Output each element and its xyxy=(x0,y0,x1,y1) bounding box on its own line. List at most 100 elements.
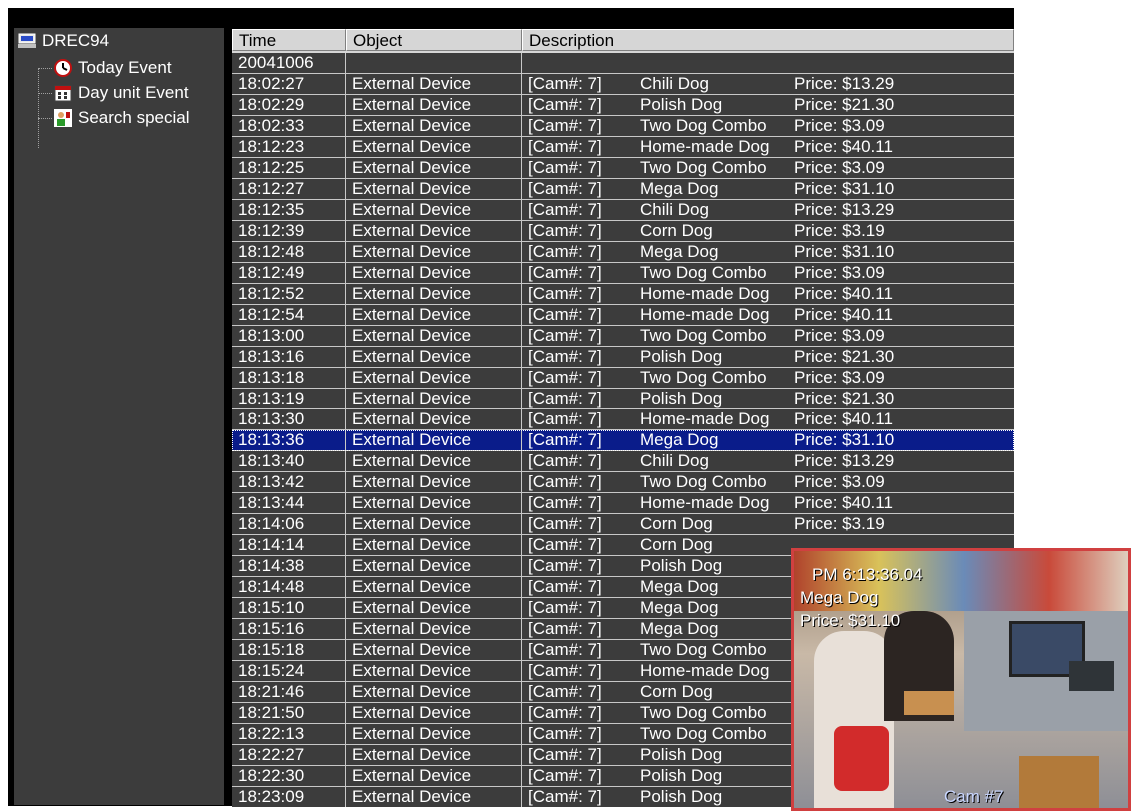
time-cell: 18:21:50 xyxy=(232,703,346,723)
table-row[interactable]: 18:13:19 External Device [Cam#: 7] Polish D… xyxy=(232,388,1014,410)
table-row[interactable]: 18:12:54 External Device [Cam#: 7] Home-mad… xyxy=(232,304,1014,326)
table-row[interactable]: 18:02:29 External Device [Cam#: 7] Polish D… xyxy=(232,94,1014,116)
empty-cell xyxy=(522,53,1014,73)
table-row[interactable]: 18:13:00 External Device [Cam#: 7] Two Dog … xyxy=(232,325,1014,347)
menu-item-name: Two Dog Combo xyxy=(640,367,767,387)
item-price: Price: $3.09 xyxy=(794,472,885,492)
object-cell: External Device xyxy=(346,94,522,115)
object-cell: External Device xyxy=(346,765,522,786)
time-cell: 18:13:16 xyxy=(232,346,346,367)
table-row[interactable]: 18:12:52 External Device [Cam#: 7] Home-mad… xyxy=(232,283,1014,305)
time-cell: 18:12:27 xyxy=(232,178,346,199)
object-cell: External Device xyxy=(346,262,522,283)
tree-root[interactable]: DREC94 xyxy=(18,29,109,53)
object-cell: External Device xyxy=(346,325,522,346)
table-row[interactable]: 18:12:48 External Device [Cam#: 7] Mega Dog… xyxy=(232,241,1014,263)
item-price: Price: $3.09 xyxy=(794,115,885,135)
tree-item-search-special[interactable]: Search special xyxy=(54,106,190,130)
date-row[interactable]: 20041006 xyxy=(232,53,1014,74)
description-cell: [Cam#: 7] Corn Dog Price: $3.19 xyxy=(522,514,1014,534)
camera-number: [Cam#: 7] xyxy=(528,598,602,618)
table-row[interactable]: 18:02:33 External Device [Cam#: 7] Two Dog … xyxy=(232,115,1014,137)
menu-item-name: Home-made Dog xyxy=(640,283,770,303)
column-header-object[interactable]: Object xyxy=(346,29,522,51)
object-cell: External Device xyxy=(346,178,522,199)
menu-item-name: Corn Dog xyxy=(640,220,713,240)
menu-item-name: Two Dog Combo xyxy=(640,262,767,282)
empty-cell xyxy=(346,53,522,73)
camera-number: [Cam#: 7] xyxy=(528,409,602,429)
table-row[interactable]: 18:12:35 External Device [Cam#: 7] Chili Do… xyxy=(232,199,1014,221)
camera-number: [Cam#: 7] xyxy=(528,115,602,135)
camera-number: [Cam#: 7] xyxy=(528,367,602,387)
table-row[interactable]: 18:12:23 External Device [Cam#: 7] Home-mad… xyxy=(232,136,1014,158)
object-cell: External Device xyxy=(346,640,522,661)
table-row[interactable]: 18:12:25 External Device [Cam#: 7] Two Dog … xyxy=(232,157,1014,179)
table-row[interactable]: 18:12:39 External Device [Cam#: 7] Corn Dog… xyxy=(232,220,1014,242)
table-row[interactable]: 18:13:16 External Device [Cam#: 7] Polish D… xyxy=(232,346,1014,368)
date-cell: 20041006 xyxy=(232,53,346,73)
table-row[interactable]: 18:13:44 External Device [Cam#: 7] Home-mad… xyxy=(232,493,1014,515)
object-cell: External Device xyxy=(346,136,522,157)
table-row[interactable]: 18:14:06 External Device [Cam#: 7] Corn Dog… xyxy=(232,514,1014,536)
description-cell: [Cam#: 7] Home-made Dog Price: $40.11 xyxy=(522,137,1014,157)
object-cell: External Device xyxy=(346,619,522,640)
column-header-description[interactable]: Description xyxy=(522,29,1014,51)
table-row[interactable]: 18:13:18 External Device [Cam#: 7] Two Dog … xyxy=(232,367,1014,389)
description-cell: [Cam#: 7] Mega Dog Price: $31.10 xyxy=(522,430,1014,450)
menu-item-name: Chili Dog xyxy=(640,199,709,219)
time-cell: 18:21:46 xyxy=(232,682,346,703)
description-cell: [Cam#: 7] Chili Dog Price: $13.29 xyxy=(522,451,1014,471)
table-row[interactable]: 18:13:42 External Device [Cam#: 7] Two Dog … xyxy=(232,472,1014,494)
item-price: Price: $3.09 xyxy=(794,325,885,345)
menu-item-name: Polish Dog xyxy=(640,346,723,366)
tree-connector xyxy=(38,118,52,119)
snapshot-item: Mega Dog xyxy=(800,588,879,607)
object-cell: External Device xyxy=(346,514,522,535)
camera-snapshot-popup[interactable]: PM 6:13:36.04 Mega Dog Price: $31.10 Cam… xyxy=(791,548,1131,811)
event-tree: DREC94 Today Event Day unit Event Search… xyxy=(14,28,224,805)
camera-number: [Cam#: 7] xyxy=(528,724,602,743)
item-price: Price: $31.10 xyxy=(794,241,895,261)
table-header: Time Object Description xyxy=(232,29,1014,53)
menu-item-name: Home-made Dog xyxy=(640,409,770,429)
column-header-time[interactable]: Time xyxy=(232,29,346,51)
table-row[interactable]: 18:12:27 External Device [Cam#: 7] Mega Dog… xyxy=(232,178,1014,200)
object-cell: External Device xyxy=(346,157,522,178)
tree-item-day-unit-event[interactable]: Day unit Event xyxy=(54,81,189,105)
object-cell: External Device xyxy=(346,451,522,472)
item-price: Price: $21.30 xyxy=(794,388,895,408)
time-cell: 18:02:27 xyxy=(232,73,346,94)
object-cell: External Device xyxy=(346,703,522,723)
camera-number: [Cam#: 7] xyxy=(528,178,602,198)
table-row[interactable]: 18:02:27 External Device [Cam#: 7] Chili Do… xyxy=(232,73,1014,95)
tree-connector xyxy=(38,68,52,69)
camera-number: [Cam#: 7] xyxy=(528,577,602,597)
tree-connector xyxy=(38,68,39,148)
camera-number: [Cam#: 7] xyxy=(528,786,602,806)
time-cell: 18:12:54 xyxy=(232,304,346,325)
camera-number: [Cam#: 7] xyxy=(528,472,602,492)
camera-number: [Cam#: 7] xyxy=(528,73,602,93)
table-row[interactable]: 18:13:40 External Device [Cam#: 7] Chili Do… xyxy=(232,451,1014,473)
item-price: Price: $3.19 xyxy=(794,514,885,534)
table-row[interactable]: 18:12:49 External Device [Cam#: 7] Two Dog … xyxy=(232,262,1014,284)
time-cell: 18:13:44 xyxy=(232,493,346,514)
object-cell: External Device xyxy=(346,388,522,409)
description-cell: [Cam#: 7] Mega Dog Price: $31.10 xyxy=(522,242,1014,262)
time-cell: 18:22:30 xyxy=(232,765,346,786)
table-row-selected[interactable]: 18:13:36 External Device [Cam#: 7] Mega Dog… xyxy=(232,430,1014,452)
description-cell: [Cam#: 7] Polish Dog Price: $21.30 xyxy=(522,95,1014,115)
item-price: Price: $13.29 xyxy=(794,199,895,219)
camera-number: [Cam#: 7] xyxy=(528,451,602,471)
camera-number: [Cam#: 7] xyxy=(528,157,602,177)
camera-number: [Cam#: 7] xyxy=(528,388,602,408)
tree-item-today-event[interactable]: Today Event xyxy=(54,56,172,80)
object-cell: External Device xyxy=(346,493,522,514)
table-row[interactable]: 18:13:30 External Device [Cam#: 7] Home-mad… xyxy=(232,409,1014,431)
description-cell: [Cam#: 7] Two Dog Combo Price: $3.09 xyxy=(522,472,1014,492)
object-cell: External Device xyxy=(346,73,522,94)
camera-number: [Cam#: 7] xyxy=(528,556,602,576)
camera-number: [Cam#: 7] xyxy=(528,514,602,534)
camera-number: [Cam#: 7] xyxy=(528,493,602,513)
